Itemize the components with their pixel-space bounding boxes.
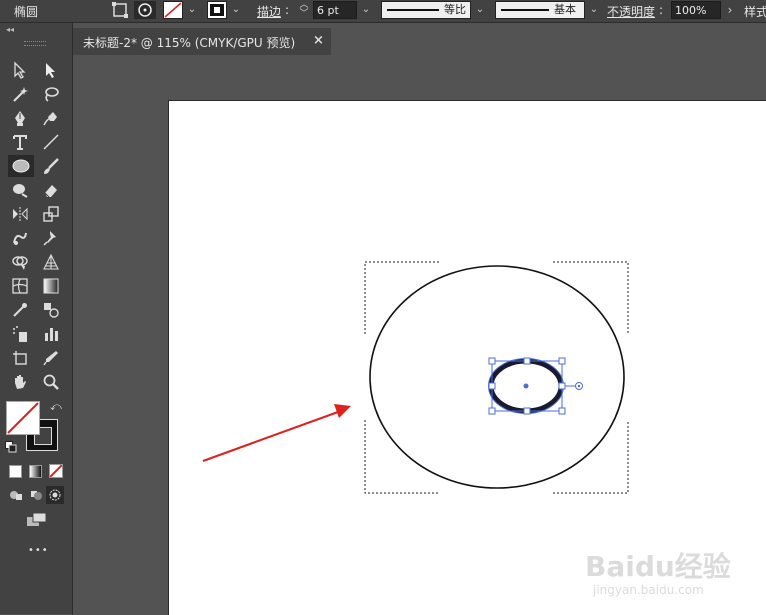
watermark-url: jingyan.baidu.com: [593, 583, 704, 597]
annotation-arrow: [202, 411, 339, 462]
center-point: [523, 383, 529, 389]
watermark: Baidu经验 jingyan.baidu.com: [585, 545, 760, 605]
watermark-brand: Baidu经验: [585, 550, 731, 583]
annotation-arrowhead: [334, 404, 351, 418]
artwork-layer: [202, 261, 629, 494]
